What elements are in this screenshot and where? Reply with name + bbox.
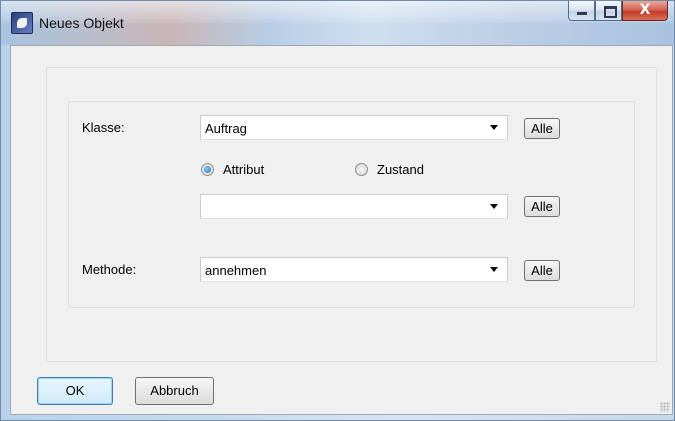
minimize-button[interactable] [568,1,595,21]
attribut-radio-label[interactable]: Attribut [223,162,264,177]
chevron-down-icon[interactable] [485,258,507,281]
attribut-radio[interactable] [201,163,214,176]
maximize-button[interactable] [595,1,622,21]
klasse-alle-button[interactable]: Alle [524,118,560,139]
attribut-dropdown[interactable] [200,194,508,219]
close-button[interactable]: X [622,1,668,21]
outer-group-frame: Klasse: Auftrag Alle Attribut Zustand Al… [46,67,657,362]
app-icon [11,12,33,34]
methode-dropdown-value: annehmen [205,263,267,278]
chevron-down-icon[interactable] [485,116,507,139]
klasse-dropdown[interactable]: Auftrag [200,115,508,140]
chevron-down-icon[interactable] [485,195,507,218]
dialog-window: Neues Objekt X Klasse: Auftrag Alle Attr… [0,0,675,421]
dialog-client-area: Klasse: Auftrag Alle Attribut Zustand Al… [10,45,673,415]
methode-dropdown[interactable]: annehmen [200,257,508,282]
title-bar[interactable]: Neues Objekt X [1,1,674,45]
window-title: Neues Objekt [39,15,124,31]
zustand-radio-label[interactable]: Zustand [377,162,424,177]
resize-grip-icon[interactable] [660,402,670,412]
selection-group-frame: Klasse: Auftrag Alle Attribut Zustand Al… [68,101,635,308]
caption-buttons: X [568,1,668,23]
abbruch-button[interactable]: Abbruch [135,377,214,405]
zustand-radio[interactable] [355,163,368,176]
klasse-label: Klasse: [82,120,125,135]
methode-label: Methode: [82,262,137,277]
attribut-alle-button[interactable]: Alle [524,196,560,217]
methode-alle-button[interactable]: Alle [524,260,560,281]
klasse-dropdown-value: Auftrag [205,121,247,136]
ok-button[interactable]: OK [37,377,113,405]
close-icon: X [639,2,651,18]
